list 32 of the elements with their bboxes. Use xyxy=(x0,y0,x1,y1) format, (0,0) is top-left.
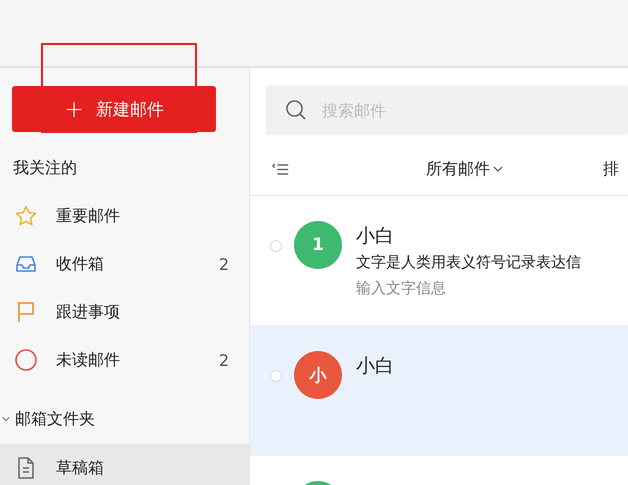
section-title: 我关注的 xyxy=(12,157,78,179)
new-mail-button[interactable]: + 新建邮件 xyxy=(12,86,216,132)
item-label: 未读邮件 xyxy=(56,350,121,370)
sort-button[interactable]: 排 xyxy=(603,158,628,180)
sender-name: 小白 xyxy=(356,224,395,249)
avatar: 小 xyxy=(294,351,342,399)
item-label: 重要邮件 xyxy=(56,206,121,226)
sidebar-item[interactable]: 草稿箱 xyxy=(0,444,249,485)
unread-dot xyxy=(270,370,282,382)
sidebar-item[interactable]: 跟进事项 xyxy=(0,288,249,336)
item-label: 跟进事项 xyxy=(56,302,121,322)
filter-dropdown[interactable]: 所有邮件 xyxy=(426,158,503,180)
search-icon xyxy=(284,98,308,122)
avatar: 1 xyxy=(294,221,342,269)
chevron-icon xyxy=(493,164,503,174)
sender-name: 小白 xyxy=(356,354,394,379)
folder-header[interactable]: 邮箱文件夹 xyxy=(0,394,249,444)
circle-icon xyxy=(14,348,38,372)
item-label: 草稿箱 xyxy=(56,458,105,478)
item-count: 2 xyxy=(218,254,229,274)
item-label: 收件箱 xyxy=(56,254,105,274)
star-icon xyxy=(14,204,38,228)
sidebar-item[interactable]: 收件箱 2 xyxy=(0,240,249,288)
email-subject: 文字是人类用表义符号记录表达信 xyxy=(356,252,581,273)
folder-title: 邮箱文件夹 xyxy=(15,408,95,430)
sidebar-item[interactable]: 重要邮件 xyxy=(0,192,249,240)
email-item[interactable]: 小 小白 xyxy=(250,326,628,456)
email-preview: 输入文字信息 xyxy=(356,278,447,299)
collapse-icon[interactable] xyxy=(272,162,290,176)
unread-dot xyxy=(270,240,282,252)
sidebar-item[interactable]: 未读邮件 2 xyxy=(0,336,249,384)
item-count: 2 xyxy=(218,350,229,370)
